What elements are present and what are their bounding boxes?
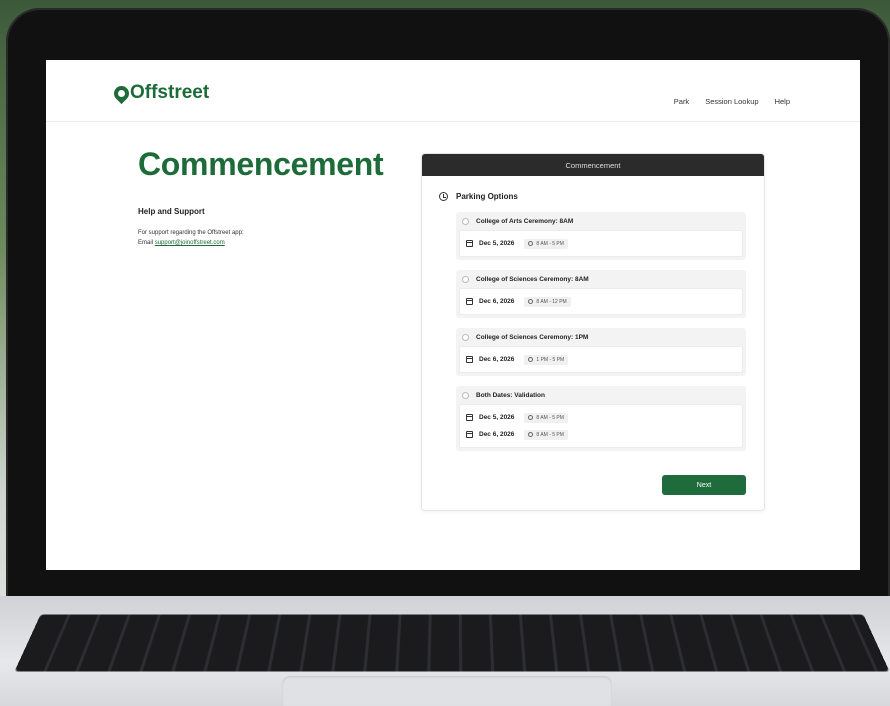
option-dates: Dec 5, 2026 8 AM - 5 PM — [459, 230, 743, 257]
option-label: College of Sciences Ceremony: 8AM — [476, 275, 589, 283]
time-text: 8 AM - 5 PM — [536, 431, 564, 438]
calendar-icon — [466, 431, 473, 438]
help-email-line: Email support@joinoffstreet.com — [138, 238, 244, 248]
option-dates: Dec 5, 2026 8 AM - 5 PM Dec 6, 2026 8 AM… — [459, 404, 743, 448]
date-row: Dec 6, 2026 8 AM - 5 PM — [466, 426, 736, 443]
trackpad — [282, 676, 612, 706]
parking-option-2[interactable]: College of Sciences Ceremony: 8AM Dec 6,… — [456, 270, 746, 318]
time-chip: 8 AM - 12 PM — [524, 296, 571, 307]
section-title-text: Parking Options — [456, 192, 518, 201]
date-text: Dec 6, 2026 — [479, 298, 515, 305]
time-chip: 8 AM - 5 PM — [524, 238, 568, 249]
clock-icon — [528, 432, 534, 437]
time-text: 8 AM - 12 PM — [536, 298, 567, 305]
time-chip: 8 AM - 5 PM — [524, 412, 568, 423]
date-text: Dec 6, 2026 — [479, 356, 515, 363]
screen: Offstreet Park Session Lookup Help Comme… — [46, 60, 860, 570]
support-email-link[interactable]: support@joinoffstreet.com — [155, 240, 225, 246]
time-text: 1 PM - 5 PM — [536, 356, 565, 363]
clock-icon — [439, 192, 448, 201]
calendar-icon — [466, 240, 473, 247]
parking-options-card: Commencement Parking Options College of … — [421, 153, 765, 511]
time-chip: 1 PM - 5 PM — [524, 354, 569, 365]
keyboard — [14, 614, 890, 672]
top-navigation-bar: Offstreet Park Session Lookup Help — [46, 60, 860, 122]
option-label: College of Sciences Ceremony: 1PM — [476, 333, 589, 341]
date-text: Dec 5, 2026 — [479, 414, 515, 421]
time-chip: 8 AM - 5 PM — [524, 429, 568, 440]
date-row: Dec 6, 2026 8 AM - 12 PM — [466, 293, 736, 310]
option-radio[interactable] — [462, 391, 469, 399]
calendar-icon — [466, 356, 473, 363]
card-header: Commencement — [422, 154, 764, 176]
option-header[interactable]: College of Sciences Ceremony: 8AM — [456, 270, 746, 288]
nav-help[interactable]: Help — [775, 97, 790, 106]
clock-icon — [528, 299, 534, 304]
date-text: Dec 6, 2026 — [479, 431, 515, 438]
help-text: For support regarding the Offstreet app:… — [138, 228, 244, 248]
option-header[interactable]: College of Sciences Ceremony: 1PM — [456, 328, 746, 346]
option-label: Both Dates: Validation — [476, 391, 545, 399]
help-line: For support regarding the Offstreet app: — [138, 230, 244, 236]
nav-links: Park Session Lookup Help — [674, 97, 790, 106]
date-row: Dec 5, 2026 8 AM - 5 PM — [466, 235, 736, 252]
date-row: Dec 6, 2026 1 PM - 5 PM — [466, 351, 736, 368]
nav-park[interactable]: Park — [674, 97, 689, 106]
page-title: Commencement — [138, 146, 384, 182]
option-radio[interactable] — [462, 333, 469, 341]
location-pin-icon — [110, 82, 133, 104]
option-label: College of Arts Ceremony: 8AM — [476, 217, 574, 225]
time-text: 8 AM - 5 PM — [536, 414, 564, 421]
calendar-icon — [466, 298, 473, 305]
next-button[interactable]: Next — [662, 475, 746, 495]
date-row: Dec 5, 2026 8 AM - 5 PM — [466, 409, 736, 426]
clock-icon — [528, 241, 534, 246]
time-text: 8 AM - 5 PM — [536, 240, 564, 247]
nav-session-lookup[interactable]: Session Lookup — [705, 97, 758, 106]
calendar-icon — [466, 414, 473, 421]
help-title: Help and Support — [138, 207, 205, 216]
option-dates: Dec 6, 2026 8 AM - 12 PM — [459, 288, 743, 315]
parking-option-1[interactable]: College of Arts Ceremony: 8AM Dec 5, 202… — [456, 212, 746, 260]
option-dates: Dec 6, 2026 1 PM - 5 PM — [459, 346, 743, 373]
parking-option-3[interactable]: College of Sciences Ceremony: 1PM Dec 6,… — [456, 328, 746, 376]
option-header[interactable]: College of Arts Ceremony: 8AM — [456, 212, 746, 230]
option-header[interactable]: Both Dates: Validation — [456, 386, 746, 404]
offstreet-logo[interactable]: Offstreet — [110, 82, 210, 104]
section-title: Parking Options — [439, 192, 518, 201]
logo-text: Offstreet — [130, 82, 210, 103]
clock-icon — [528, 357, 534, 362]
clock-icon — [528, 415, 534, 420]
option-radio[interactable] — [462, 275, 469, 283]
date-text: Dec 5, 2026 — [479, 240, 515, 247]
help-email-prefix: Email — [138, 240, 154, 246]
option-radio[interactable] — [462, 217, 469, 225]
parking-option-4[interactable]: Both Dates: Validation Dec 5, 2026 8 AM … — [456, 386, 746, 451]
